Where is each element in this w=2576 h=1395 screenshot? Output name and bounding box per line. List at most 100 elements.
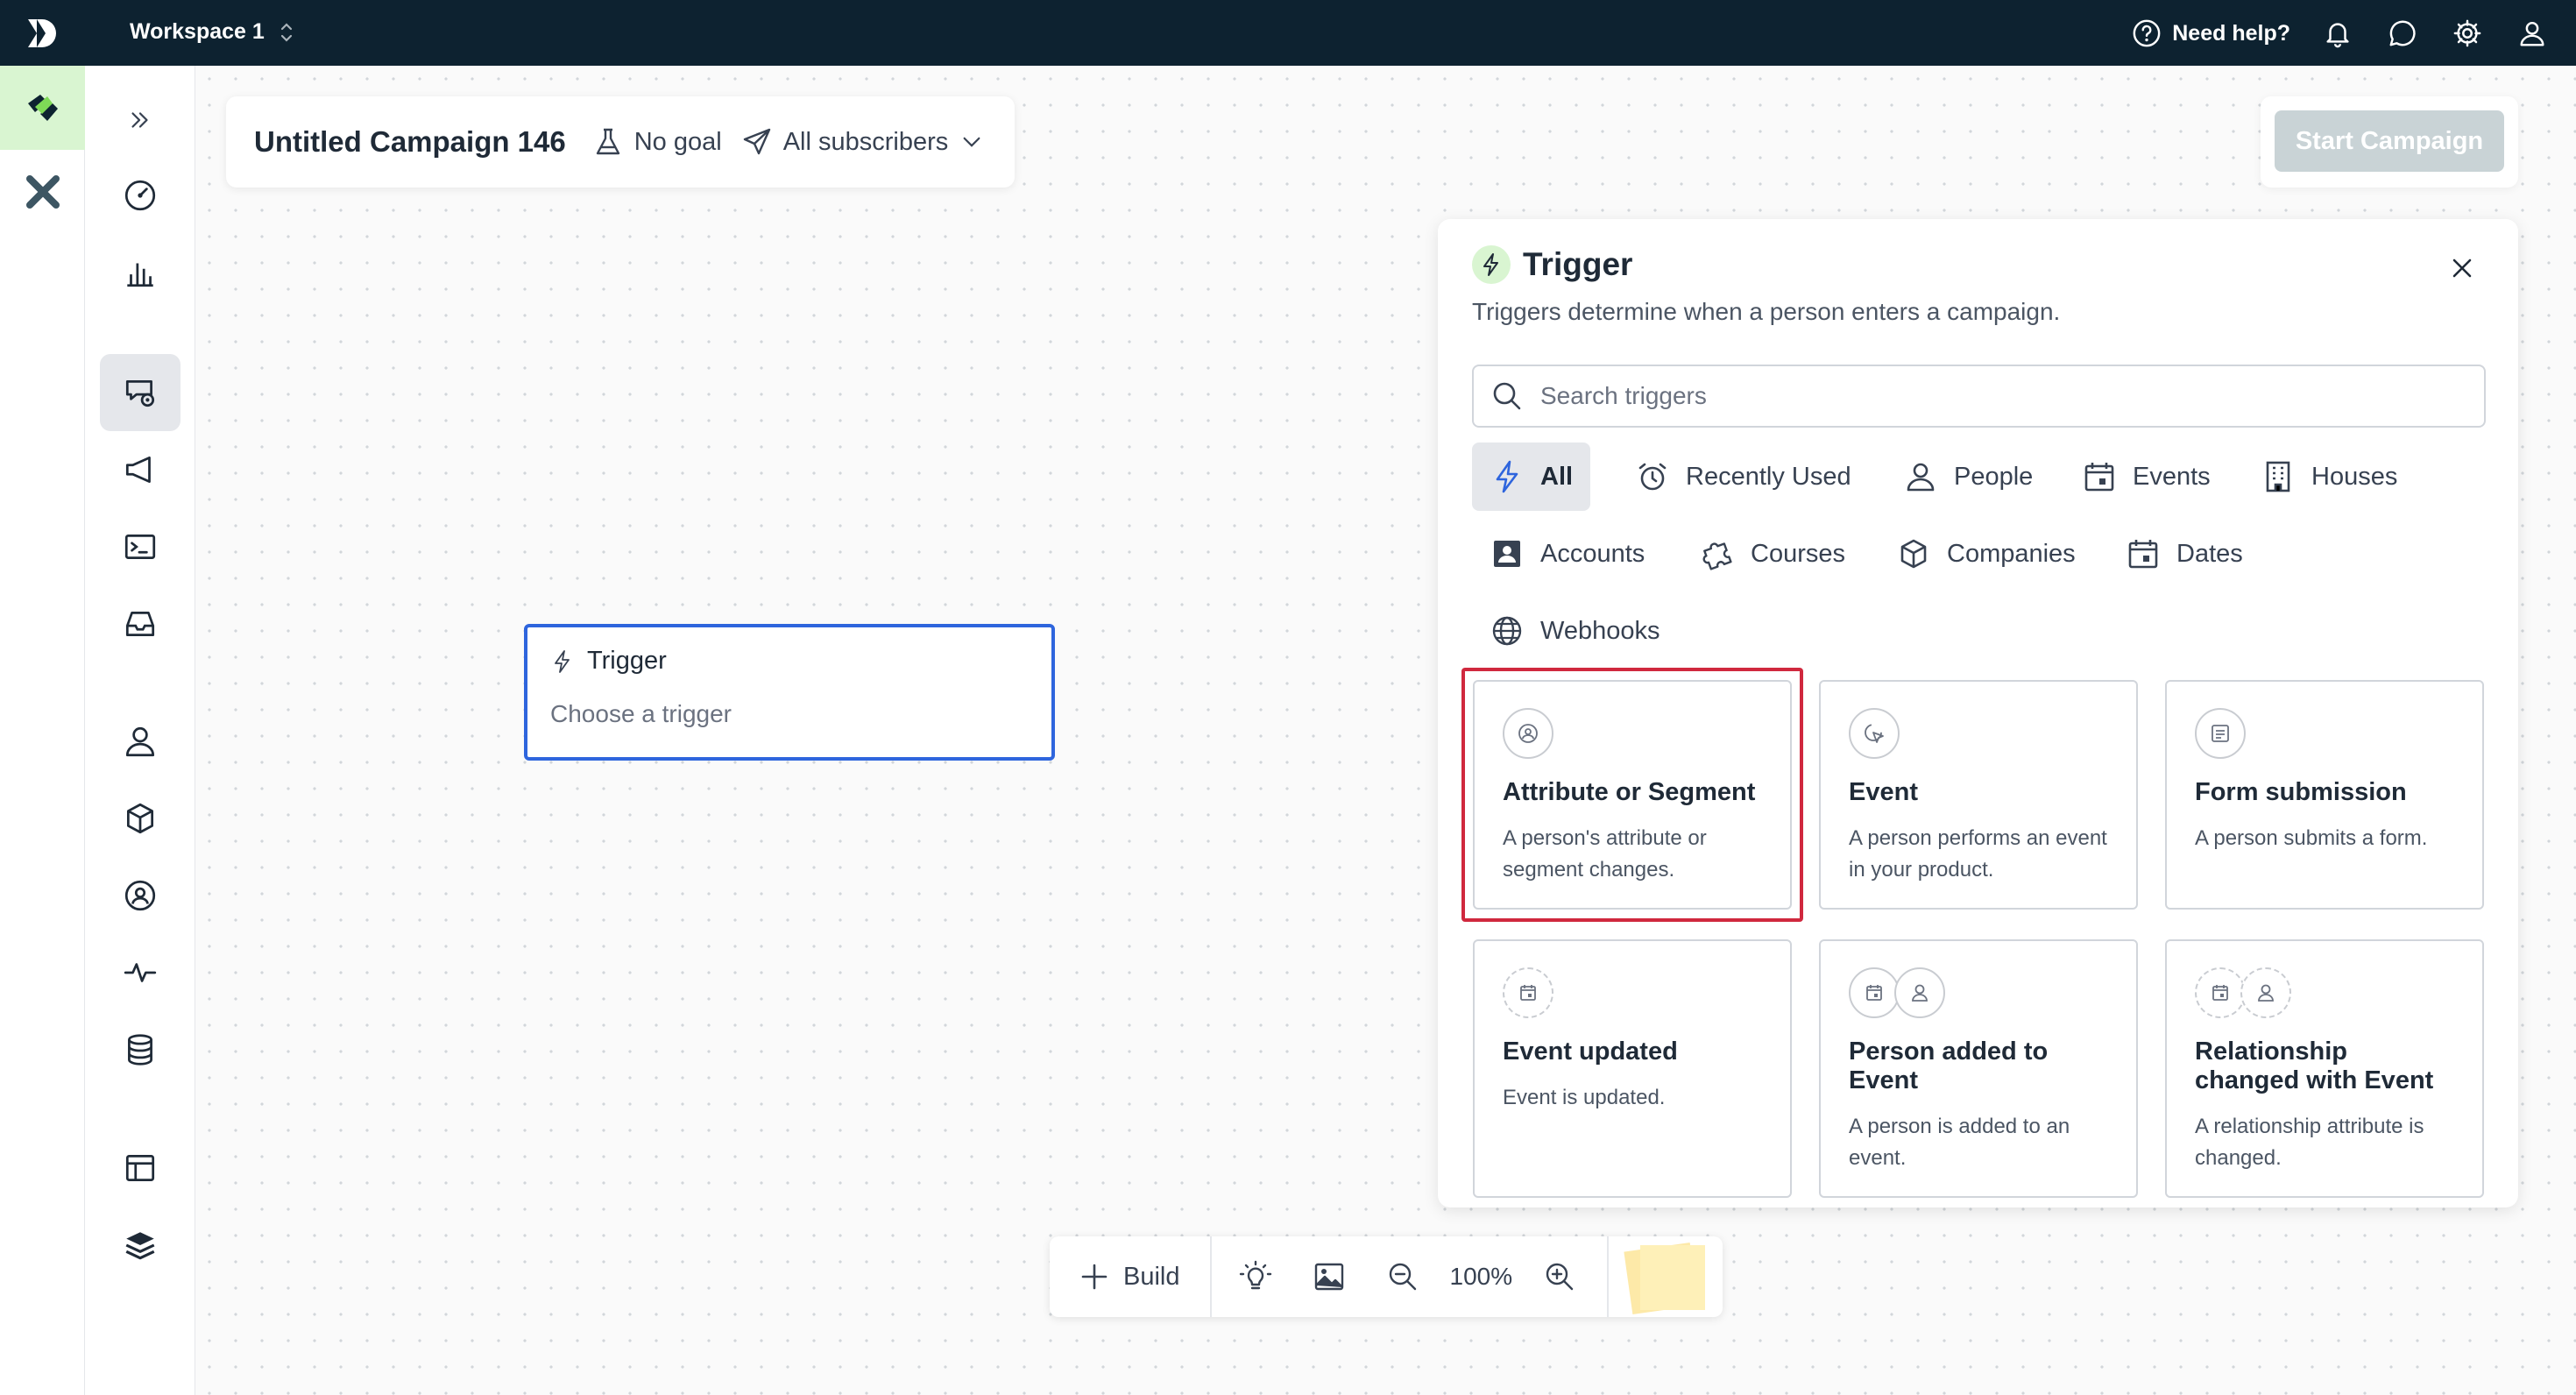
nav-segments[interactable] bbox=[100, 857, 180, 934]
logo-icon[interactable] bbox=[25, 16, 60, 51]
settings-button[interactable] bbox=[2450, 16, 2485, 51]
bolt-icon bbox=[1472, 245, 1511, 284]
trigger-card-event-updated[interactable]: Event updated Event is updated. bbox=[1473, 939, 1792, 1198]
nav-integrations[interactable] bbox=[100, 1207, 180, 1284]
trigger-node-subtitle: Choose a trigger bbox=[550, 700, 732, 727]
globe-icon bbox=[1492, 616, 1522, 646]
plus-icon bbox=[1081, 1264, 1108, 1290]
category-label: Dates bbox=[2176, 539, 2243, 568]
nav-campaigns[interactable] bbox=[100, 354, 180, 431]
nav-broadcasts[interactable] bbox=[100, 431, 180, 508]
start-campaign-button[interactable]: Start Campaign bbox=[2275, 110, 2504, 172]
image-icon bbox=[1314, 1263, 1343, 1291]
close-panel-button[interactable] bbox=[2445, 251, 2480, 286]
trigger-card-relationship-changed[interactable]: Relationship changed with Event A relati… bbox=[2165, 939, 2484, 1198]
audience-selector[interactable]: All subscribers bbox=[741, 126, 986, 158]
nav-inbox[interactable] bbox=[100, 585, 180, 662]
building-icon bbox=[2266, 461, 2290, 492]
category-events[interactable]: Events bbox=[2064, 443, 2228, 511]
goal-label: No goal bbox=[633, 127, 722, 156]
expand-nav-button[interactable] bbox=[110, 101, 171, 139]
nav-people[interactable] bbox=[100, 703, 180, 780]
category-all[interactable]: All bbox=[1472, 443, 1591, 511]
panel-description: Triggers determine when a person enters … bbox=[1472, 298, 2061, 325]
trigger-card-form-submission[interactable]: Form submission A person submits a form. bbox=[2165, 680, 2484, 910]
nav-objects[interactable] bbox=[100, 780, 180, 857]
search-icon bbox=[1493, 382, 1521, 410]
help-label: Need help? bbox=[2172, 20, 2290, 46]
nav-dashboard[interactable] bbox=[100, 157, 180, 234]
close-icon bbox=[2452, 258, 2472, 278]
secondary-app[interactable] bbox=[0, 150, 85, 234]
campaigns-icon bbox=[125, 380, 155, 407]
sticky-note-icon bbox=[1640, 1245, 1706, 1310]
category-accounts[interactable]: Accounts bbox=[1472, 520, 1662, 588]
person-icon bbox=[1894, 967, 1945, 1018]
notifications-button[interactable] bbox=[2320, 16, 2355, 51]
gear-icon bbox=[2453, 19, 2481, 47]
trigger-card-person-added-to-event[interactable]: Person added to Event A person is added … bbox=[1819, 939, 2138, 1198]
form-icon bbox=[2195, 708, 2246, 759]
messages-button[interactable] bbox=[2385, 16, 2420, 51]
category-label: Webhooks bbox=[1540, 616, 1660, 645]
card-title: Attribute or Segment bbox=[1503, 778, 1756, 806]
nav-content[interactable] bbox=[100, 1129, 180, 1207]
card-description: A person is added to an event. bbox=[1849, 1115, 2070, 1170]
bolt-icon bbox=[555, 649, 570, 673]
calendar-icon bbox=[1849, 967, 1900, 1018]
zoom-out-icon bbox=[1389, 1263, 1416, 1291]
workspace-switcher[interactable]: Workspace 1 bbox=[130, 19, 294, 45]
puzzle-icon bbox=[1702, 542, 1732, 570]
chat-icon bbox=[2389, 20, 2416, 46]
zoom-in-button[interactable] bbox=[1523, 1236, 1596, 1317]
x-logo-icon bbox=[25, 175, 60, 209]
trigger-node-title: Trigger bbox=[587, 647, 667, 675]
card-description: Event is updated. bbox=[1503, 1086, 1666, 1109]
zoom-level: 100% bbox=[1449, 1263, 1513, 1290]
help-button[interactable]: Need help? bbox=[2132, 18, 2290, 48]
nav-analytics[interactable] bbox=[100, 234, 180, 311]
trigger-node[interactable]: Trigger Choose a trigger bbox=[524, 624, 1055, 761]
campaign-title[interactable]: Untitled Campaign 146 bbox=[254, 125, 566, 159]
trigger-search[interactable] bbox=[1472, 365, 2486, 428]
journeys-app[interactable] bbox=[0, 66, 85, 150]
category-companies[interactable]: Companies bbox=[1879, 520, 2093, 588]
bolt-icon bbox=[1496, 460, 1518, 493]
cube-icon bbox=[1900, 539, 1927, 569]
category-webhooks[interactable]: Webhooks bbox=[1472, 597, 1678, 665]
cube-icon bbox=[126, 803, 154, 834]
card-title: Person added to Event bbox=[1849, 1037, 2049, 1094]
tips-button[interactable] bbox=[1219, 1236, 1292, 1317]
nav-rail bbox=[85, 66, 195, 1395]
toolbar-divider bbox=[1607, 1236, 1610, 1317]
category-dates[interactable]: Dates bbox=[2108, 520, 2261, 588]
category-courses[interactable]: Courses bbox=[1682, 520, 1863, 588]
chevron-updown-icon bbox=[280, 22, 292, 42]
goal-selector[interactable]: No goal bbox=[592, 126, 722, 158]
image-button[interactable] bbox=[1292, 1236, 1366, 1317]
database-icon bbox=[128, 1034, 152, 1066]
table-icon bbox=[125, 1154, 155, 1182]
nav-data[interactable] bbox=[100, 1011, 180, 1088]
category-label: Companies bbox=[1947, 539, 2076, 568]
category-recently-used[interactable]: Recently Used bbox=[1617, 443, 1869, 511]
category-label: Courses bbox=[1751, 539, 1845, 568]
nav-activity[interactable] bbox=[100, 934, 180, 1011]
card-title: Relationship changed with Event bbox=[2195, 1037, 2434, 1094]
trigger-card-attribute-or-segment[interactable]: Attribute or Segment A person's attribut… bbox=[1473, 680, 1792, 910]
account-button[interactable] bbox=[2515, 16, 2550, 51]
search-input[interactable] bbox=[1540, 382, 2417, 410]
journeys-logo-icon bbox=[27, 95, 58, 121]
build-button[interactable]: Build bbox=[1050, 1236, 1212, 1317]
trigger-card-event[interactable]: Event A person performs an event in your… bbox=[1819, 680, 2138, 910]
nav-transactional[interactable] bbox=[100, 508, 180, 585]
category-people[interactable]: People bbox=[1886, 443, 2050, 511]
cursor-click-icon bbox=[1849, 708, 1900, 759]
sticky-note-button[interactable] bbox=[1621, 1243, 1706, 1314]
zoom-out-button[interactable] bbox=[1366, 1236, 1440, 1317]
layers-icon bbox=[125, 1232, 155, 1260]
category-label: Recently Used bbox=[1686, 462, 1851, 491]
card-description: A relationship attribute is changed. bbox=[2195, 1115, 2424, 1170]
category-houses[interactable]: Houses bbox=[2243, 443, 2415, 511]
help-icon bbox=[2133, 19, 2161, 47]
